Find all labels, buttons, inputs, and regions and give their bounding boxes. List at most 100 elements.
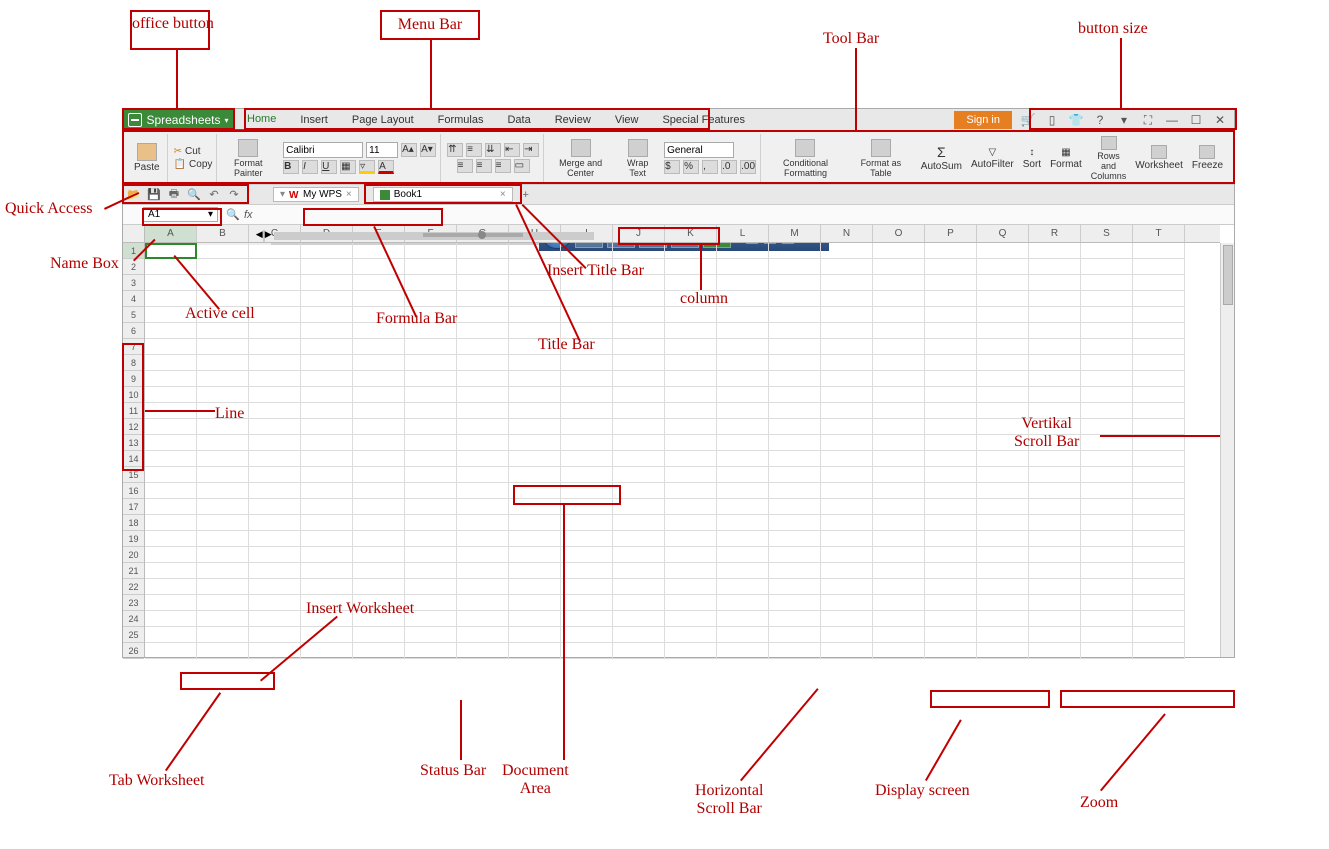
col-header-R[interactable]: R xyxy=(1029,225,1081,242)
cell[interactable] xyxy=(301,291,353,307)
cell[interactable] xyxy=(145,387,197,403)
cell[interactable] xyxy=(509,515,561,531)
cell[interactable] xyxy=(353,483,405,499)
cell[interactable] xyxy=(457,611,509,627)
cell[interactable] xyxy=(145,275,197,291)
cell[interactable] xyxy=(457,595,509,611)
cell[interactable] xyxy=(509,467,561,483)
cell[interactable] xyxy=(1133,355,1185,371)
cell[interactable] xyxy=(457,371,509,387)
cell[interactable] xyxy=(145,595,197,611)
cell[interactable] xyxy=(197,595,249,611)
cell[interactable] xyxy=(769,435,821,451)
cell[interactable] xyxy=(145,611,197,627)
cell[interactable] xyxy=(405,547,457,563)
cell[interactable] xyxy=(821,291,873,307)
cell[interactable] xyxy=(145,531,197,547)
cell[interactable] xyxy=(717,531,769,547)
cell[interactable] xyxy=(977,467,1029,483)
cell[interactable] xyxy=(613,403,665,419)
cell[interactable] xyxy=(717,387,769,403)
col-header-Q[interactable]: Q xyxy=(977,225,1029,242)
cell[interactable] xyxy=(873,611,925,627)
cell[interactable] xyxy=(301,243,353,259)
cell[interactable] xyxy=(873,291,925,307)
cell[interactable] xyxy=(665,595,717,611)
cell[interactable] xyxy=(821,595,873,611)
cell[interactable] xyxy=(613,515,665,531)
cell[interactable] xyxy=(1029,563,1081,579)
cell[interactable] xyxy=(1029,355,1081,371)
cell[interactable] xyxy=(873,371,925,387)
cell[interactable] xyxy=(769,371,821,387)
cell[interactable] xyxy=(717,323,769,339)
cell[interactable] xyxy=(561,419,613,435)
cell[interactable] xyxy=(457,259,509,275)
cell[interactable] xyxy=(769,595,821,611)
cell[interactable] xyxy=(925,627,977,643)
cell[interactable] xyxy=(249,467,301,483)
cell[interactable] xyxy=(249,339,301,355)
cell[interactable] xyxy=(249,243,301,259)
cell[interactable] xyxy=(561,627,613,643)
cell[interactable] xyxy=(769,643,821,659)
cell[interactable] xyxy=(873,595,925,611)
cell[interactable] xyxy=(613,595,665,611)
cell[interactable] xyxy=(717,451,769,467)
cell[interactable] xyxy=(301,579,353,595)
cell[interactable] xyxy=(821,563,873,579)
cell[interactable] xyxy=(405,563,457,579)
cell[interactable] xyxy=(821,307,873,323)
cell[interactable] xyxy=(405,371,457,387)
cell[interactable] xyxy=(457,451,509,467)
cell[interactable] xyxy=(873,451,925,467)
cell[interactable] xyxy=(509,371,561,387)
cell[interactable] xyxy=(405,483,457,499)
cell[interactable] xyxy=(197,467,249,483)
cell[interactable] xyxy=(665,243,717,259)
cell[interactable] xyxy=(769,451,821,467)
cell[interactable] xyxy=(769,547,821,563)
cell[interactable] xyxy=(821,547,873,563)
cell[interactable] xyxy=(769,275,821,291)
cell[interactable] xyxy=(717,595,769,611)
cell[interactable] xyxy=(457,275,509,291)
cell[interactable] xyxy=(769,387,821,403)
cell[interactable] xyxy=(1029,627,1081,643)
cell[interactable] xyxy=(1133,579,1185,595)
cell[interactable] xyxy=(613,339,665,355)
cell[interactable] xyxy=(1029,323,1081,339)
cell[interactable] xyxy=(1081,275,1133,291)
cell[interactable] xyxy=(613,371,665,387)
cell[interactable] xyxy=(977,259,1029,275)
cell[interactable] xyxy=(249,531,301,547)
cell[interactable] xyxy=(353,291,405,307)
cell[interactable] xyxy=(613,579,665,595)
cell[interactable] xyxy=(457,515,509,531)
cell[interactable] xyxy=(977,387,1029,403)
cell[interactable] xyxy=(821,339,873,355)
cell[interactable] xyxy=(249,323,301,339)
cell[interactable] xyxy=(925,563,977,579)
row-header-19[interactable]: 19 xyxy=(123,531,144,547)
cell[interactable] xyxy=(353,499,405,515)
col-header-L[interactable]: L xyxy=(717,225,769,242)
cell[interactable] xyxy=(561,371,613,387)
cell[interactable] xyxy=(925,307,977,323)
cell[interactable] xyxy=(1133,387,1185,403)
cell[interactable] xyxy=(301,419,353,435)
cell[interactable] xyxy=(977,499,1029,515)
cell[interactable] xyxy=(977,275,1029,291)
cell[interactable] xyxy=(1133,563,1185,579)
cell[interactable] xyxy=(1081,563,1133,579)
cell[interactable] xyxy=(561,291,613,307)
cell[interactable] xyxy=(509,611,561,627)
cell[interactable] xyxy=(249,387,301,403)
row-header-18[interactable]: 18 xyxy=(123,515,144,531)
cell[interactable] xyxy=(457,499,509,515)
cell[interactable] xyxy=(769,467,821,483)
cell[interactable] xyxy=(769,243,821,259)
row-header-21[interactable]: 21 xyxy=(123,563,144,579)
cell[interactable] xyxy=(1133,643,1185,659)
cell[interactable] xyxy=(457,355,509,371)
